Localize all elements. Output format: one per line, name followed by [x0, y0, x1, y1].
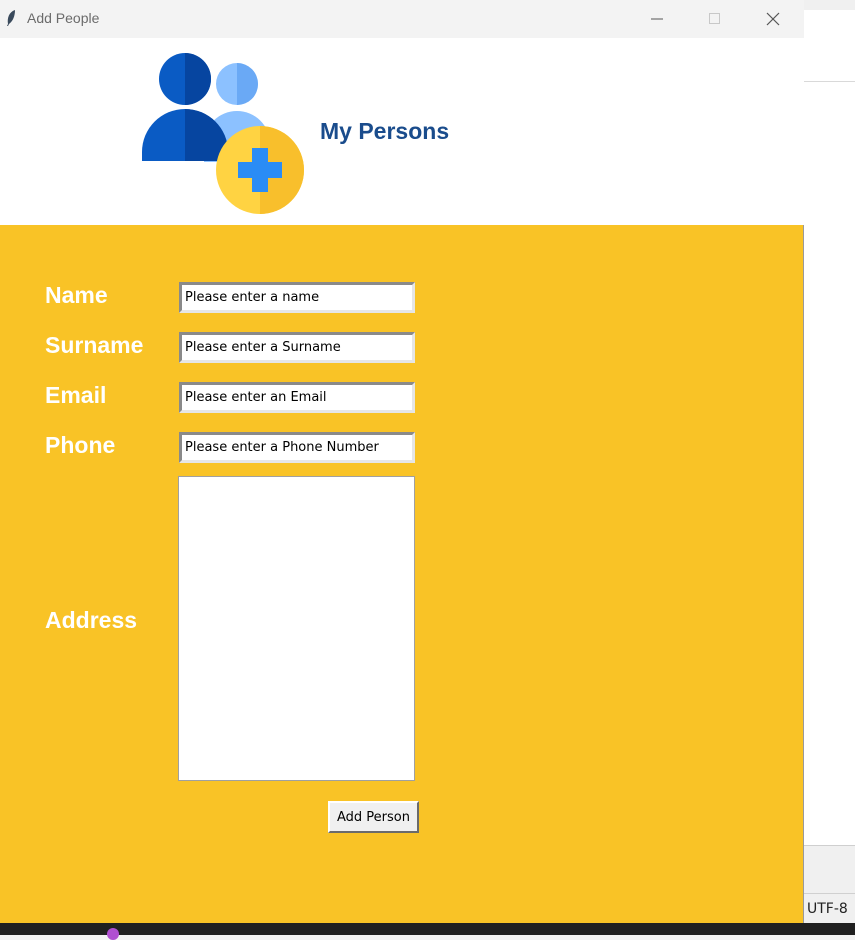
background-panel [804, 845, 855, 894]
background-divider [804, 81, 855, 82]
close-button[interactable] [744, 0, 802, 38]
add-person-button[interactable]: Add Person [328, 801, 419, 833]
maximize-button[interactable] [686, 0, 744, 38]
encoding-indicator[interactable]: UTF-8 [807, 901, 848, 917]
feather-icon [7, 10, 15, 26]
address-textarea[interactable] [178, 476, 415, 781]
email-label: Email [45, 382, 107, 408]
phone-label: Phone [45, 432, 116, 458]
surname-input[interactable] [179, 332, 415, 363]
background-window: UTF-8 [804, 0, 855, 935]
surname-label: Surname [45, 332, 144, 358]
background-toolbar [804, 0, 855, 10]
window-title: Add People [27, 10, 100, 26]
title-bar[interactable]: Add People [0, 0, 804, 38]
address-label: Address [45, 607, 138, 633]
minimize-icon [651, 18, 663, 20]
minimize-button[interactable] [628, 0, 686, 38]
name-label: Name [45, 282, 108, 308]
phone-input[interactable] [179, 432, 415, 463]
add-people-window: Add People My Persons Name Please enter … [0, 0, 804, 923]
email-input[interactable] [179, 382, 415, 413]
taskbar [0, 923, 855, 940]
name-input[interactable] [179, 282, 415, 313]
close-icon [766, 12, 780, 26]
app-heading: My Persons [320, 118, 450, 144]
header-banner: My Persons [0, 38, 804, 225]
maximize-icon [709, 13, 720, 24]
add-people-icon [142, 53, 304, 214]
taskbar-app-icon[interactable] [107, 928, 119, 940]
